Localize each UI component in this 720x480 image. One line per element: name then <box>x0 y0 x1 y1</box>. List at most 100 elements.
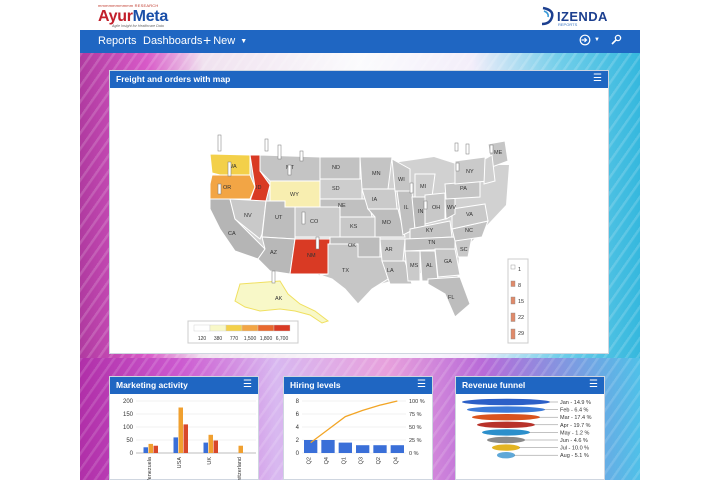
bar[interactable] <box>373 445 387 453</box>
hamburger-menu-icon[interactable]: ☰ <box>417 379 426 390</box>
main-navbar: Reports Dashboards + New ▼ ▼ <box>80 30 640 53</box>
state-label: VA <box>466 212 473 218</box>
x-tick-label: Switzerland <box>237 457 243 480</box>
y-tick-label: 0 <box>130 451 134 457</box>
x-tick-label: Q3 <box>359 457 365 464</box>
state-label: WY <box>290 192 299 198</box>
state-or[interactable] <box>209 174 256 200</box>
state-label: WI <box>398 177 405 183</box>
size-marker <box>409 182 414 194</box>
marketing-chart[interactable]: 200 150 100 50 0 Venezuela USA UK Switzerland <box>110 395 258 480</box>
bar[interactable] <box>238 445 244 453</box>
state-label: KS <box>350 224 358 230</box>
bar[interactable] <box>148 443 154 453</box>
size-marker <box>217 134 222 152</box>
bar[interactable] <box>203 442 209 453</box>
funnel-segment[interactable] <box>472 414 540 421</box>
state-label: NC <box>465 228 473 234</box>
logo-word-a: Ayur <box>98 8 133 25</box>
legend-tick-label: 120 <box>198 336 207 342</box>
funnel-chart[interactable]: Jan - 14.9 % Feb - 6.4 %Mar - 17.4 % Apr -… <box>456 395 604 480</box>
size-marker <box>489 144 494 154</box>
y-tick-label: 0 <box>296 451 300 457</box>
funnel-segment[interactable] <box>492 444 520 451</box>
funnel-segment[interactable] <box>462 398 550 406</box>
funnel-label: Apr - 19.7 % <box>560 423 591 429</box>
bar[interactable] <box>390 445 404 453</box>
cumulative-line[interactable] <box>310 400 398 444</box>
us-map-chart[interactable]: WAORCAIDMTWYNVUTCOAZNMNDSDNEKSOKTXMNIAMO… <box>110 89 608 353</box>
x-tick-label: Q1 <box>341 457 347 464</box>
map-panel: Freight and orders with map ☰ WA OR CA I… <box>109 70 609 354</box>
chevron-down-icon[interactable]: ▼ <box>594 37 600 43</box>
nav-dashboards[interactable]: Dashboards <box>143 35 202 47</box>
size-marker <box>217 183 222 195</box>
bar[interactable] <box>338 442 352 453</box>
funnel-segment[interactable] <box>487 436 525 444</box>
funnel-segment[interactable] <box>497 452 515 459</box>
hamburger-menu-icon[interactable]: ☰ <box>243 379 252 390</box>
size-legend-label: 15 <box>518 299 524 305</box>
state-label: MI <box>420 184 427 190</box>
size-legend-swatch <box>510 280 516 287</box>
funnel-segment[interactable] <box>482 429 530 436</box>
hiring-panel-header: Hiring levels ☰ <box>284 377 432 394</box>
bar[interactable] <box>356 445 370 453</box>
funnel-label: Jan - 14.9 % <box>560 400 591 406</box>
funnel-segment[interactable] <box>467 406 545 413</box>
funnel-panel-header: Revenue funnel ☰ <box>456 377 604 394</box>
wrench-icon[interactable] <box>610 34 622 49</box>
state-label: CA <box>228 231 236 237</box>
bar[interactable] <box>178 407 184 454</box>
nav-reports[interactable]: Reports <box>98 35 137 47</box>
state-label: LA <box>387 268 394 274</box>
state-label: IL <box>404 205 409 211</box>
nav-new-menu[interactable]: + New ▼ <box>203 32 247 48</box>
state-label: MO <box>382 220 392 226</box>
legend-tick-label: 1,800 <box>260 336 273 342</box>
state-label: NM <box>307 253 316 259</box>
state-label: SD <box>332 186 340 192</box>
state-ak[interactable] <box>234 280 330 324</box>
state-ia[interactable] <box>361 188 398 210</box>
dashboard-canvas: Freight and orders with map ☰ WA OR CA I… <box>80 53 640 480</box>
bar[interactable] <box>173 437 179 453</box>
plus-icon: + <box>203 32 212 48</box>
size-legend-swatch <box>510 264 516 270</box>
size-legend-swatch <box>510 328 516 340</box>
state-nd[interactable] <box>319 156 361 180</box>
bar[interactable] <box>213 440 219 453</box>
bar[interactable] <box>153 445 159 453</box>
x-tick-label: Q2 <box>307 457 313 464</box>
sign-in-icon[interactable] <box>579 34 591 49</box>
funnel-label: May - 1.2 % <box>560 430 589 436</box>
alaska-inset[interactable] <box>234 280 330 324</box>
funnel-panel: Revenue funnel ☰ Jan - 14.9 % Feb - 6.4 %… <box>455 376 605 480</box>
size-marker <box>264 138 269 152</box>
state-label: NE <box>338 203 346 209</box>
hamburger-menu-icon[interactable]: ☰ <box>593 73 602 84</box>
bar[interactable] <box>183 424 189 453</box>
bar[interactable] <box>321 440 335 453</box>
size-legend-swatch <box>510 296 516 305</box>
hiring-panel: Hiring levels ☰ 8 100 % 6 75 % 4 50 % 2 25 % 0 0 … <box>283 376 433 480</box>
funnel-label: Aug - 5.1 % <box>560 453 589 459</box>
funnel-segment[interactable] <box>477 421 535 428</box>
x-tick-label: Q4 <box>393 457 399 464</box>
bar[interactable] <box>208 434 214 453</box>
state-ks[interactable] <box>339 216 376 238</box>
bar[interactable] <box>143 447 149 453</box>
y-tick-label: 4 <box>296 425 300 431</box>
ayurmeta-logo[interactable]: mmmmmmmmmm RESEARCH AyurMeta Agile Insig… <box>98 3 178 29</box>
hiring-panel-title: Hiring levels <box>290 380 341 390</box>
map-panel-title: Freight and orders with map <box>116 74 231 84</box>
size-marker <box>227 161 232 177</box>
state-sd[interactable] <box>319 178 363 200</box>
legend-tick-label: 6,700 <box>276 336 289 342</box>
izenda-logo[interactable]: IZENDA REPORTS <box>540 6 626 28</box>
x-tick-label: Venezuela <box>147 456 153 480</box>
hiring-chart[interactable]: 8 100 % 6 75 % 4 50 % 2 25 % 0 0 % Q2 Q4 Q1 Q3 Q2 Q4 <box>284 395 432 480</box>
x-tick-label: Q2 <box>376 457 382 464</box>
state-label: SC <box>460 247 468 253</box>
hamburger-menu-icon[interactable]: ☰ <box>589 379 598 390</box>
